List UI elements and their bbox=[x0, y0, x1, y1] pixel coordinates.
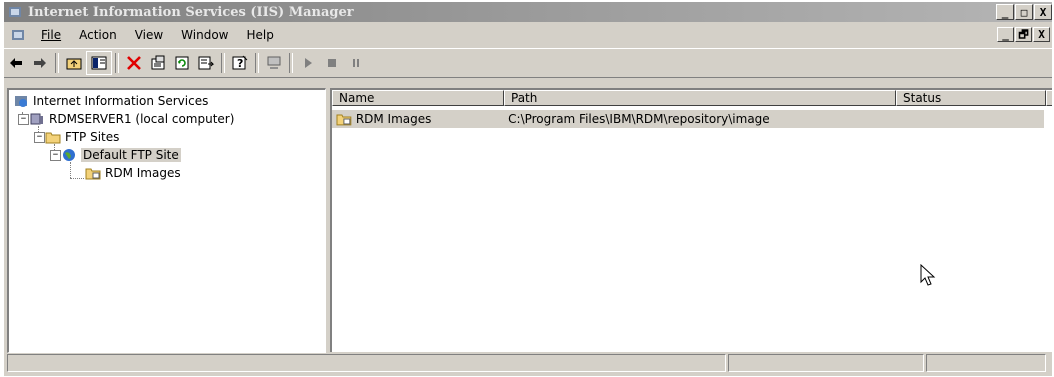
virtual-directory-icon bbox=[85, 168, 101, 180]
mdi-minimize-button[interactable]: _ bbox=[997, 27, 1014, 42]
tree-node-ftp-sites[interactable]: FTP Sites bbox=[45, 128, 119, 146]
status-panel-main bbox=[7, 354, 726, 372]
column-header-status[interactable]: Status bbox=[896, 90, 1046, 106]
toolbar-separator bbox=[221, 53, 225, 73]
computer-icon[interactable] bbox=[262, 52, 286, 74]
show-tree-icon[interactable] bbox=[86, 51, 112, 75]
delete-icon[interactable] bbox=[122, 52, 146, 74]
tree-connector bbox=[70, 162, 71, 178]
window-title: Internet Information Services (IIS) Mana… bbox=[28, 4, 354, 20]
minimize-button[interactable]: _ bbox=[996, 4, 1014, 20]
row-path-cell: C:\Program Files\IBM\RDM\repository\imag… bbox=[508, 112, 770, 126]
tree-node-server[interactable]: RDMSERVER1 (local computer) bbox=[29, 110, 234, 128]
refresh-icon[interactable] bbox=[170, 52, 194, 74]
mdi-restore-button[interactable]: 🗗 bbox=[1015, 27, 1032, 42]
menu-window[interactable]: Window bbox=[172, 28, 237, 42]
up-folder-icon[interactable] bbox=[62, 52, 86, 74]
status-panel-3 bbox=[926, 354, 1046, 372]
export-list-icon[interactable] bbox=[194, 52, 218, 74]
title-bar[interactable]: Internet Information Services (IIS) Mana… bbox=[4, 2, 1052, 22]
tree-label: Internet Information Services bbox=[33, 94, 209, 108]
tree-label: RDMSERVER1 (local computer) bbox=[49, 112, 235, 126]
table-row[interactable]: RDM Images C:\Program Files\IBM\RDM\repo… bbox=[332, 110, 1044, 128]
row-name-cell: RDM Images bbox=[355, 112, 432, 126]
svg-text:?: ? bbox=[237, 57, 243, 70]
tree-label: FTP Sites bbox=[65, 130, 120, 144]
list-header: Name Path Status bbox=[332, 90, 1052, 108]
menu-bar: File Action View Window Help _ 🗗 X bbox=[4, 24, 1052, 46]
properties-icon[interactable] bbox=[146, 52, 170, 74]
mdi-close-button[interactable]: X bbox=[1033, 27, 1050, 42]
server-icon bbox=[30, 113, 43, 125]
expand-collapse-toggle[interactable]: − bbox=[34, 132, 45, 143]
stop-icon[interactable] bbox=[320, 52, 344, 74]
expand-collapse-toggle[interactable]: − bbox=[18, 114, 29, 125]
tree-label-selected: Default FTP Site bbox=[81, 148, 181, 162]
tree-label: RDM Images bbox=[105, 166, 181, 180]
mmc-window-icon[interactable] bbox=[10, 27, 26, 43]
menu-file[interactable]: File bbox=[32, 28, 70, 42]
play-icon[interactable] bbox=[296, 52, 320, 74]
iis-globe-icon bbox=[15, 96, 27, 107]
iis-app-icon bbox=[9, 7, 21, 17]
toolbar-separator bbox=[255, 53, 259, 73]
status-panel-2 bbox=[728, 354, 924, 372]
forward-icon[interactable] bbox=[28, 52, 52, 74]
toolbar-separator bbox=[55, 53, 59, 73]
tree-node-default-ftp-site[interactable]: Default FTP Site bbox=[61, 146, 181, 164]
tree-pane[interactable]: Internet Information Services − RDMSERVE… bbox=[7, 88, 326, 353]
tree-node-rdm-images[interactable]: RDM Images bbox=[85, 164, 181, 182]
menu-help[interactable]: Help bbox=[238, 28, 283, 42]
virtual-directory-icon bbox=[336, 114, 352, 126]
back-icon[interactable] bbox=[4, 52, 28, 74]
menu-view[interactable]: View bbox=[126, 28, 172, 42]
list-pane[interactable]: Name Path Status RDM Images C:\Program F… bbox=[330, 88, 1052, 352]
status-bar bbox=[7, 354, 1052, 374]
close-button[interactable]: X bbox=[1034, 4, 1052, 20]
ftp-site-globe-icon bbox=[63, 149, 75, 161]
folder-icon bbox=[45, 132, 61, 144]
column-header-filler bbox=[1046, 90, 1052, 106]
column-header-path[interactable]: Path bbox=[504, 90, 896, 106]
toolbar: ? bbox=[4, 48, 1052, 78]
help-icon[interactable]: ? bbox=[228, 52, 252, 74]
tree-node-iis[interactable]: Internet Information Services bbox=[13, 92, 208, 110]
toolbar-separator bbox=[115, 53, 119, 73]
mouse-pointer-icon bbox=[920, 264, 936, 286]
toolbar-separator bbox=[289, 53, 293, 73]
expand-collapse-toggle[interactable]: − bbox=[50, 150, 61, 161]
menu-action[interactable]: Action bbox=[70, 28, 126, 42]
iis-manager-window: Internet Information Services (IIS) Mana… bbox=[4, 2, 1052, 376]
tree-connector bbox=[70, 178, 84, 179]
maximize-button[interactable]: □ bbox=[1015, 4, 1033, 20]
pause-icon[interactable] bbox=[344, 52, 368, 74]
column-header-name[interactable]: Name bbox=[332, 90, 504, 106]
